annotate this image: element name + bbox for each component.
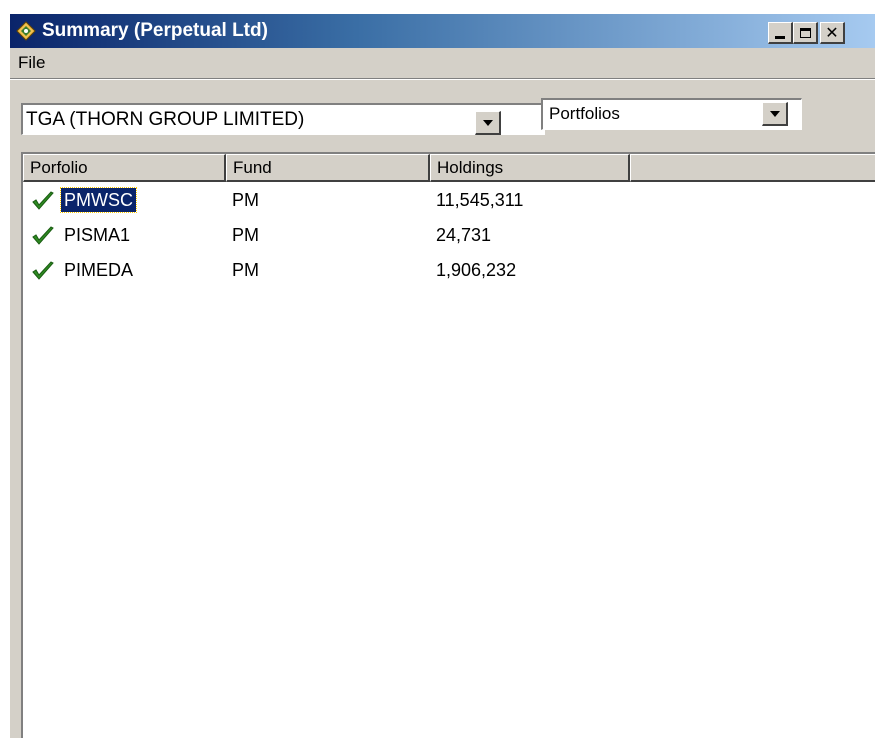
row-portfolio: PIMEDA: [64, 260, 134, 280]
row-holdings: 11,545,311: [436, 190, 524, 210]
column-header-holdings[interactable]: Holdings: [430, 154, 630, 182]
menu-file[interactable]: File: [16, 52, 47, 74]
security-dropdown-button[interactable]: [475, 111, 501, 135]
maximize-icon: [799, 27, 811, 38]
row-portfolio: PMWSC: [60, 187, 137, 213]
column-header-empty[interactable]: [630, 154, 875, 182]
security-select[interactable]: TGA (THORN GROUP LIMITED): [21, 103, 545, 135]
row-fund: PM: [232, 225, 259, 245]
view-dropdown-button[interactable]: [762, 102, 788, 126]
minimize-button[interactable]: [768, 22, 793, 44]
column-header-portfolio[interactable]: Porfolio: [23, 154, 226, 182]
check-icon: [32, 191, 54, 210]
table-row[interactable]: PIMEDA PM 1,906,232: [23, 252, 875, 287]
menu-bar: File: [10, 50, 875, 76]
check-icon: [32, 226, 54, 245]
minimize-icon: [775, 35, 785, 39]
maximize-button[interactable]: [793, 22, 818, 44]
row-holdings: 1,906,232: [436, 260, 517, 280]
menu-divider: [10, 78, 875, 80]
row-portfolio: PISMA1: [64, 225, 131, 245]
view-select[interactable]: Portfolios: [541, 98, 802, 130]
row-holdings: 24,731: [436, 225, 492, 245]
check-icon: [32, 261, 54, 280]
table-row[interactable]: PMWSC PM 11,545,311: [23, 182, 875, 217]
list-rows: PMWSC PM 11,545,311 PISMA1 PM 24,731 PIM…: [23, 182, 875, 287]
chevron-down-icon: [483, 120, 493, 126]
column-header-fund[interactable]: Fund: [226, 154, 430, 182]
portfolio-list[interactable]: Porfolio Fund Holdings PMWSC PM 11,545,3…: [21, 152, 875, 738]
row-fund: PM: [232, 190, 259, 210]
row-fund: PM: [232, 260, 259, 280]
close-button[interactable]: ✕: [820, 22, 845, 44]
close-icon: ✕: [825, 22, 839, 42]
window-title: Summary (Perpetual Ltd): [42, 20, 268, 41]
table-row[interactable]: PISMA1 PM 24,731: [23, 217, 875, 252]
title-bar[interactable]: Summary (Perpetual Ltd) ✕: [10, 14, 875, 48]
list-header: Porfolio Fund Holdings: [23, 154, 875, 182]
security-select-value: TGA (THORN GROUP LIMITED): [26, 109, 305, 130]
app-icon: [16, 21, 36, 41]
summary-window: Summary (Perpetual Ltd) ✕ File TGA (THOR…: [8, 12, 875, 738]
chevron-down-icon: [770, 111, 780, 117]
view-select-value: Portfolios: [549, 104, 620, 123]
